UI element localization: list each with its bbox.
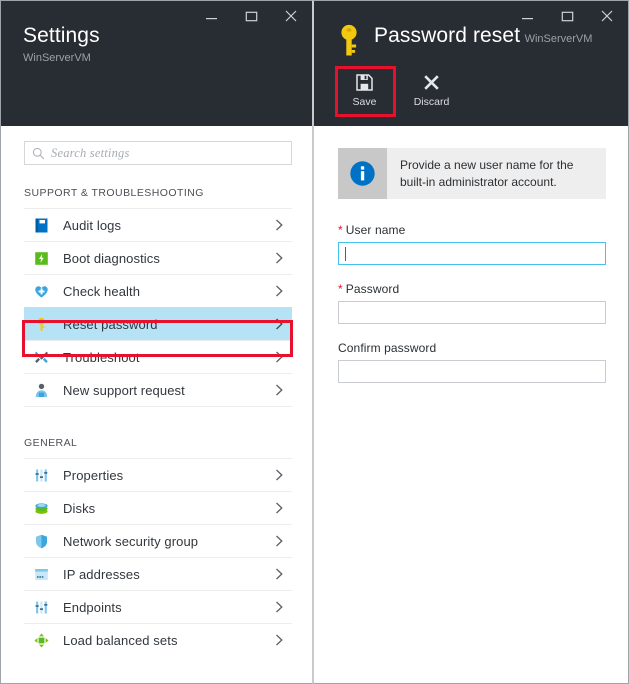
chevron-right-icon (272, 218, 286, 232)
settings-panel: Settings WinServerVM Search settings SU (0, 0, 312, 684)
chevron-right-icon (272, 600, 286, 614)
sidebar-item-network-security-group[interactable]: Network security group (24, 524, 292, 557)
boot-diagnostics-icon (33, 250, 50, 267)
sidebar-item-label: Endpoints (63, 600, 272, 615)
chevron-right-icon (272, 567, 286, 581)
search-icon (32, 147, 45, 160)
sidebar-item-label: Properties (63, 468, 272, 483)
section-label-general: GENERAL (24, 437, 312, 449)
info-icon (349, 160, 376, 187)
search-wrapper: Search settings (24, 141, 292, 165)
confirm-password-field-group: Confirm password (338, 341, 606, 383)
sidebar-item-check-health[interactable]: Check health (24, 274, 292, 307)
password-reset-titlebar: Password reset WinServerVM (314, 1, 628, 126)
section-label-support: SUPPORT & TROUBLESHOOTING (24, 187, 312, 199)
sidebar-item-label: Check health (63, 284, 272, 299)
sidebar-item-audit-logs[interactable]: Audit logs (24, 208, 292, 241)
save-button[interactable]: Save (336, 67, 393, 114)
page-title: Password reset (374, 24, 520, 47)
azure-portal-screenshot: Settings WinServerVM Search settings SU (0, 0, 629, 684)
password-reset-title-block: Password reset WinServerVM (336, 23, 618, 57)
nav-list-general: Properties Disks (24, 458, 292, 656)
key-icon (336, 23, 362, 57)
sidebar-item-reset-password[interactable]: Reset password (24, 307, 292, 340)
discard-x-icon (422, 73, 441, 92)
info-icon-cell (338, 148, 387, 199)
sidebar-item-label: Disks (63, 501, 272, 516)
discard-button[interactable]: Discard (403, 67, 460, 114)
sidebar-item-label: Troubleshoot (63, 350, 272, 365)
reset-password-key-icon (33, 316, 50, 333)
sidebar-item-load-balanced-sets[interactable]: Load balanced sets (24, 623, 292, 656)
discard-button-label: Discard (414, 96, 450, 108)
sidebar-item-label: IP addresses (63, 567, 272, 582)
settings-title-block: Settings WinServerVM (23, 23, 302, 66)
text-caret (345, 247, 346, 261)
page-subtitle: WinServerVM (23, 51, 302, 66)
settings-body: Search settings SUPPORT & TROUBLESHOOTIN… (1, 127, 312, 683)
chevron-right-icon (272, 317, 286, 331)
password-reset-panel: Password reset WinServerVM (312, 0, 629, 684)
chevron-right-icon (272, 284, 286, 298)
ip-addresses-icon (33, 566, 50, 583)
user-name-input[interactable] (338, 242, 606, 265)
network-security-group-icon (33, 533, 50, 550)
chevron-right-icon (272, 468, 286, 482)
password-label: *Password (338, 282, 606, 296)
confirm-password-label: Confirm password (338, 341, 606, 355)
load-balanced-sets-icon (33, 632, 50, 649)
sidebar-item-ip-addresses[interactable]: IP addresses (24, 557, 292, 590)
settings-titlebar: Settings WinServerVM (1, 1, 312, 126)
sidebar-item-label: Audit logs (63, 218, 272, 233)
sidebar-item-endpoints[interactable]: Endpoints (24, 590, 292, 623)
sidebar-item-label: Network security group (63, 534, 272, 549)
audit-logs-icon (33, 217, 50, 234)
chevron-right-icon (272, 633, 286, 647)
new-support-request-icon (33, 382, 50, 399)
chevron-right-icon (272, 534, 286, 548)
chevron-right-icon (272, 501, 286, 515)
nav-list-support: Audit logs Boot diagnostics (24, 208, 292, 406)
info-banner: Provide a new user name for the built-in… (338, 148, 606, 199)
sidebar-item-boot-diagnostics[interactable]: Boot diagnostics (24, 241, 292, 274)
password-input[interactable] (338, 301, 606, 324)
user-name-label: *User name (338, 223, 606, 237)
save-button-label: Save (353, 96, 377, 108)
page-subtitle: WinServerVM (525, 33, 593, 45)
check-health-icon (33, 283, 50, 300)
sidebar-item-disks[interactable]: Disks (24, 491, 292, 524)
sidebar-item-properties[interactable]: Properties (24, 458, 292, 491)
sidebar-item-label: New support request (63, 383, 272, 398)
sidebar-item-troubleshoot[interactable]: Troubleshoot (24, 340, 292, 373)
command-bar: Save Discard (336, 67, 460, 114)
save-disk-icon (355, 73, 374, 92)
password-field-group: *Password (338, 282, 606, 324)
password-reset-form: Provide a new user name for the built-in… (314, 127, 628, 683)
sidebar-item-label: Load balanced sets (63, 633, 272, 648)
troubleshoot-icon (33, 349, 50, 366)
info-banner-text: Provide a new user name for the built-in… (387, 148, 606, 199)
disks-icon (33, 500, 50, 517)
sidebar-item-new-support-request[interactable]: New support request (24, 373, 292, 406)
confirm-password-input[interactable] (338, 360, 606, 383)
page-title: Settings (23, 23, 302, 48)
chevron-right-icon (272, 383, 286, 397)
search-placeholder: Search settings (51, 146, 130, 161)
properties-icon (33, 467, 50, 484)
user-name-field-group: *User name (338, 223, 606, 265)
nav-section-divider (24, 406, 292, 407)
search-input[interactable]: Search settings (24, 141, 292, 165)
required-asterisk: * (338, 282, 343, 296)
endpoints-icon (33, 599, 50, 616)
sidebar-item-label: Reset password (63, 317, 272, 332)
chevron-right-icon (272, 350, 286, 364)
password-label-text: Password (346, 282, 400, 296)
required-asterisk: * (338, 223, 343, 237)
user-name-label-text: User name (346, 223, 406, 237)
sidebar-item-label: Boot diagnostics (63, 251, 272, 266)
chevron-right-icon (272, 251, 286, 265)
